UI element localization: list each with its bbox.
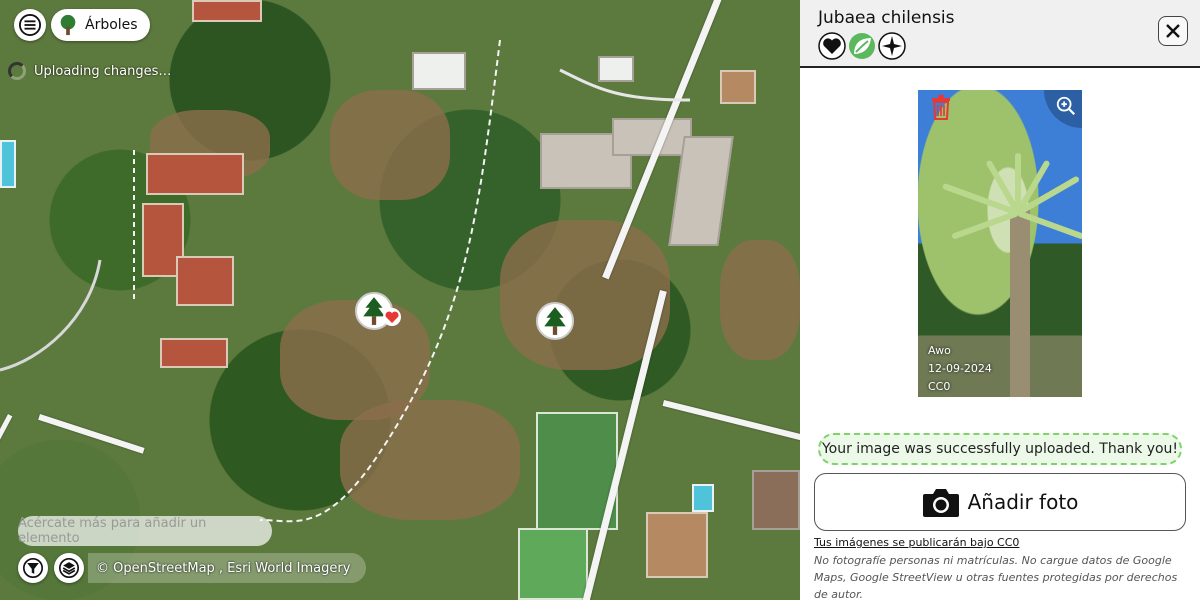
- license-link[interactable]: Tus imágenes se publicarán bajo CC0: [814, 536, 1019, 549]
- zoom-hint-button[interactable]: Acércate más para añadir un elemento: [18, 516, 272, 546]
- theme-label: Árboles: [85, 17, 138, 33]
- close-icon: [1166, 24, 1180, 38]
- species-title: Jubaea chilensis: [818, 8, 955, 28]
- theme-selector-button[interactable]: Árboles: [51, 9, 150, 41]
- add-photo-button[interactable]: Añadir foto: [814, 473, 1186, 531]
- tree-marker[interactable]: [536, 302, 574, 340]
- heart-icon: [383, 308, 401, 326]
- photo-disclaimer: No fotografíe personas ni matrículas. No…: [814, 554, 1178, 600]
- trash-icon[interactable]: [930, 94, 952, 124]
- photo-content: [951, 210, 1020, 240]
- loading-spinner-icon: [8, 62, 26, 80]
- leaf-icon: [848, 32, 876, 60]
- layers-icon: [59, 558, 79, 578]
- photo-date: 12-09-2024: [928, 362, 992, 375]
- compass-icon: [878, 32, 906, 60]
- photo-content: [1010, 210, 1030, 397]
- tree-photo[interactable]: Awo 12-09-2024 CC0: [918, 90, 1082, 397]
- photo-author: Awo: [928, 344, 951, 357]
- map-attribution[interactable]: © OpenStreetMap , Esri World Imagery: [88, 553, 367, 583]
- tree-marker-selected[interactable]: [355, 292, 401, 330]
- map-paths: [0, 39, 691, 523]
- layers-button[interactable]: [54, 553, 84, 583]
- tree-icon: [544, 307, 566, 335]
- upload-success-message: Your image was successfully uploaded. Th…: [818, 433, 1182, 465]
- photo-license: CC0: [928, 380, 951, 393]
- filter-button[interactable]: [18, 553, 48, 583]
- menu-button[interactable]: [14, 9, 46, 41]
- hamburger-menu-icon: [19, 14, 41, 36]
- camera-icon: [922, 489, 959, 517]
- feature-detail-panel: Jubaea chilensis Awo 12-09-2024 CC0 Your…: [800, 0, 1200, 600]
- panel-header: Jubaea chilensis: [800, 0, 1200, 68]
- zoom-in-icon[interactable]: [1044, 90, 1082, 128]
- filter-icon: [23, 558, 43, 578]
- close-button[interactable]: [1158, 16, 1188, 46]
- upload-status: Uploading changes…: [8, 62, 171, 80]
- feature-icons: [818, 32, 906, 60]
- map-view[interactable]: Árboles Uploading changes… Acércate más …: [0, 0, 800, 600]
- heart-icon: [818, 32, 846, 60]
- tree-icon: [60, 14, 76, 36]
- add-photo-label: Añadir foto: [967, 490, 1079, 514]
- upload-status-text: Uploading changes…: [34, 63, 172, 79]
